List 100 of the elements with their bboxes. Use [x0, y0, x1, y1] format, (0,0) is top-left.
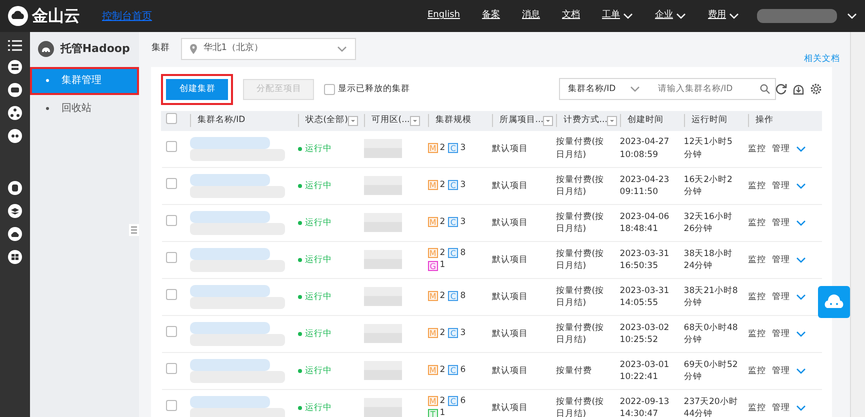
- action-link[interactable]: 监控: [748, 142, 766, 156]
- status-text: 运行中: [298, 364, 356, 378]
- server-icon[interactable]: [8, 60, 22, 74]
- billing-text: 按量付费(按日月结): [556, 174, 604, 198]
- node-type-tag: C: [448, 291, 458, 302]
- node-count: 2: [440, 396, 446, 407]
- checkbox[interactable]: [166, 252, 177, 264]
- column-header: 运行时间: [691, 114, 728, 128]
- action-link[interactable]: 监控: [748, 328, 766, 341]
- column-header: 所属项目...: [499, 114, 544, 128]
- collapse-handle-icon[interactable]: [129, 224, 140, 236]
- status-text: 运行中: [298, 142, 356, 156]
- action-link[interactable]: 管理: [772, 142, 790, 156]
- nodes-icon[interactable]: [8, 106, 22, 120]
- database-icon[interactable]: [8, 181, 22, 195]
- elephant-logo-icon: [38, 41, 54, 58]
- settings-icon[interactable]: [810, 83, 822, 96]
- nav-link[interactable]: 消息: [522, 9, 540, 23]
- runtime-text: 68天0小时48分钟: [684, 322, 738, 346]
- nav-link[interactable]: 工单: [602, 9, 633, 23]
- node-count: 1: [440, 260, 446, 272]
- scrollbar[interactable]: [850, 32, 865, 417]
- runtime-text: 32天16小时26分钟: [684, 212, 732, 234]
- column-header: 操作: [755, 114, 774, 128]
- created-time: 2022-09-13 14:30:47: [620, 396, 670, 417]
- checkbox[interactable]: [166, 400, 177, 412]
- grid-icon[interactable]: [8, 250, 22, 264]
- node-type-tag: T: [428, 408, 438, 417]
- column-header: 计费方式...: [563, 114, 608, 128]
- action-link[interactable]: 管理: [772, 180, 790, 193]
- node-count: 2: [440, 328, 446, 340]
- help-button[interactable]: [818, 286, 850, 318]
- action-link[interactable]: 管理: [772, 364, 790, 378]
- nav-link[interactable]: 企业: [655, 9, 686, 23]
- created-time: 2023-03-31 14:05:55: [620, 286, 670, 308]
- status-text: 运行中: [298, 254, 356, 267]
- checkbox[interactable]: [166, 326, 177, 338]
- node-type-tag: M: [428, 365, 438, 376]
- node-count: 2: [440, 364, 446, 376]
- node-type-tag: M: [428, 217, 438, 228]
- action-link[interactable]: 管理: [772, 254, 790, 267]
- action-link[interactable]: 管理: [772, 402, 790, 415]
- search-field[interactable]: 请输入集群名称/ID: [650, 78, 776, 100]
- action-link[interactable]: 监控: [748, 364, 766, 378]
- filter-dropdown-icon[interactable]: [348, 116, 358, 126]
- action-link[interactable]: 监控: [748, 402, 766, 415]
- status-text: 运行中: [298, 216, 356, 230]
- menu-icon[interactable]: [8, 40, 22, 51]
- nav-link[interactable]: English: [428, 9, 460, 23]
- robot-icon[interactable]: [8, 129, 22, 143]
- nav-link[interactable]: 文档: [562, 9, 580, 23]
- checkbox[interactable]: [324, 84, 336, 95]
- node-count: 3: [460, 180, 466, 192]
- runtime-text: 237天20小时44分钟: [684, 396, 738, 417]
- chevron-down-icon: [337, 46, 348, 52]
- action-link[interactable]: 管理: [772, 328, 790, 341]
- checkbox[interactable]: [166, 215, 177, 226]
- layers-icon[interactable]: [8, 204, 22, 218]
- location-pin-icon: [190, 44, 198, 54]
- billing-text: 按量付费(按日月结): [556, 396, 604, 417]
- node-type-tag: C: [448, 217, 458, 228]
- created-time: 2023-04-06 18:48:41: [620, 212, 670, 234]
- checkbox-label: 显示已释放的集群: [338, 83, 410, 96]
- node-type-tag: C: [448, 396, 458, 406]
- project-text: 默认项目: [492, 144, 528, 154]
- checkbox[interactable]: [166, 141, 177, 152]
- node-count: 1: [440, 408, 446, 417]
- nav-link[interactable]: 备案: [482, 9, 500, 23]
- billing-text: 按量付费(按日月结): [556, 212, 604, 234]
- action-link[interactable]: 监控: [748, 216, 766, 230]
- sidebar-item[interactable]: 回收站: [30, 94, 140, 122]
- region-select[interactable]: 华北1（北京）: [181, 38, 356, 60]
- created-time: 2023-03-02 10:25:52: [620, 322, 670, 346]
- filter-dropdown-icon[interactable]: [607, 116, 618, 126]
- checkbox[interactable]: [166, 178, 177, 190]
- nav-link[interactable]: 费用: [708, 9, 739, 23]
- action-link[interactable]: 监控: [748, 254, 766, 267]
- download-icon[interactable]: [792, 83, 805, 96]
- project-text: 默认项目: [492, 180, 528, 191]
- refresh-icon[interactable]: [774, 83, 787, 96]
- runtime-text: 69天0小时52分钟: [684, 360, 738, 382]
- action-link[interactable]: 管理: [772, 290, 790, 304]
- node-count: 2: [440, 142, 446, 154]
- action-link[interactable]: 监控: [748, 290, 766, 304]
- filter-dropdown-icon[interactable]: [543, 116, 554, 126]
- cloud-icon[interactable]: [8, 227, 22, 241]
- chat-icon[interactable]: [8, 83, 22, 97]
- column-header: 状态(全部): [305, 114, 348, 128]
- checkbox[interactable]: [166, 112, 178, 124]
- action-link[interactable]: 管理: [772, 216, 790, 230]
- checkbox[interactable]: [166, 363, 177, 374]
- filter-dropdown-icon[interactable]: [410, 116, 420, 126]
- node-type-tag: M: [428, 180, 438, 190]
- node-type-tag: M: [428, 396, 438, 406]
- action-link[interactable]: 监控: [748, 180, 766, 193]
- billing-text: 按量付费: [556, 366, 592, 376]
- node-count: 3: [460, 142, 466, 154]
- checkbox[interactable]: [166, 289, 177, 300]
- created-time: 2023-03-01 10:22:41: [620, 360, 670, 382]
- created-time: 2023-04-27 10:08:59: [620, 137, 670, 160]
